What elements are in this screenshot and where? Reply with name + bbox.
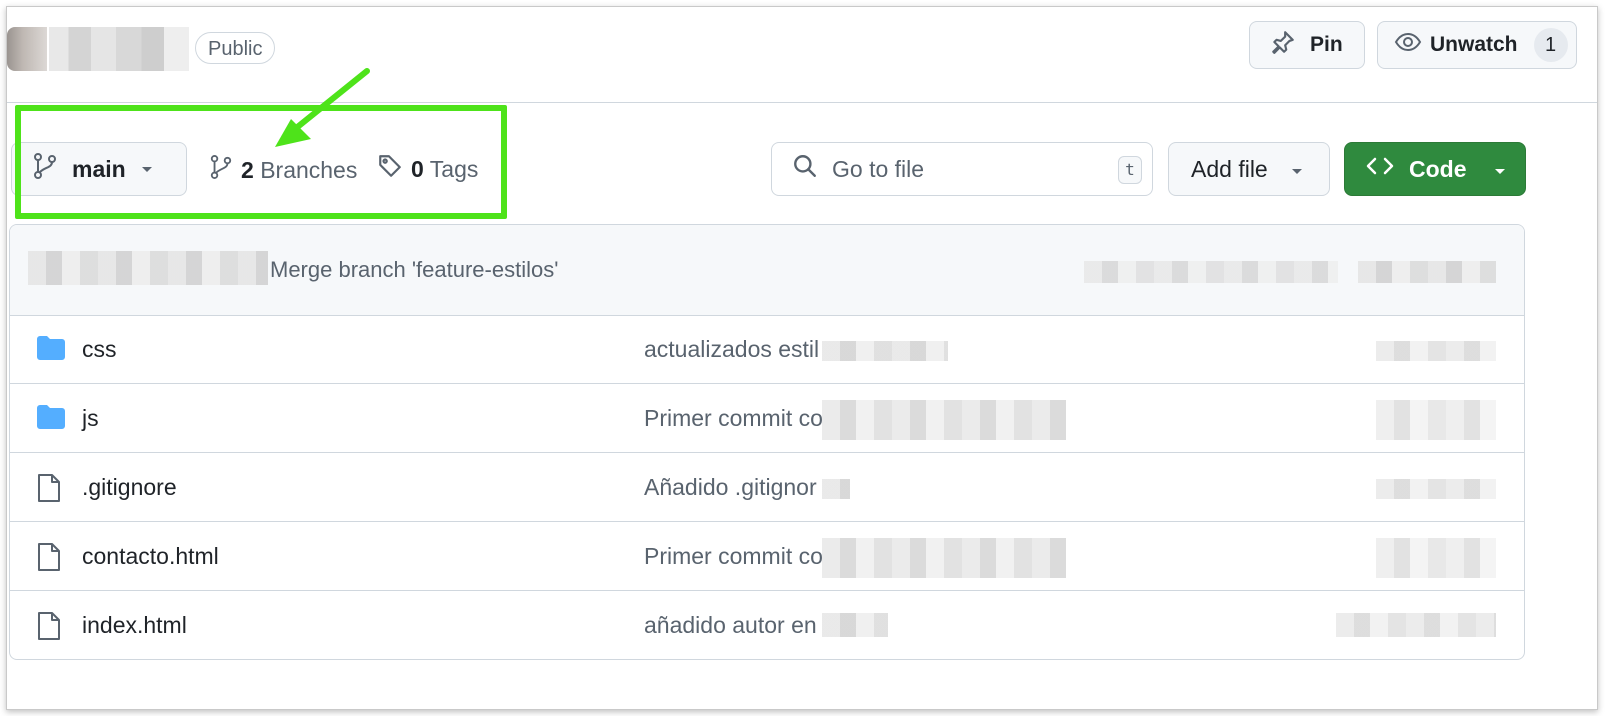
code-button[interactable]: Code bbox=[1344, 142, 1526, 196]
file-row[interactable]: js Primer commit co bbox=[10, 384, 1524, 453]
add-file-button[interactable]: Add file bbox=[1168, 142, 1330, 196]
redacted-date bbox=[1376, 341, 1496, 361]
redacted-text bbox=[822, 341, 948, 361]
latest-commit-message[interactable]: Merge branch 'feature-estilos' bbox=[270, 257, 558, 283]
annotation-arrow-icon bbox=[275, 68, 370, 147]
folder-icon bbox=[36, 335, 66, 366]
file-commit-message[interactable]: actualizados estil bbox=[644, 336, 819, 363]
repo-name-redacted[interactable] bbox=[49, 27, 189, 71]
pin-label: Pin bbox=[1310, 33, 1343, 56]
annotation-highlight-box bbox=[15, 105, 507, 219]
file-name[interactable]: .gitignore bbox=[82, 474, 177, 501]
file-commit-message[interactable]: Añadido .gitignor bbox=[644, 474, 817, 501]
go-to-file-input[interactable]: Go to file t bbox=[771, 142, 1153, 196]
commit-count-redacted[interactable] bbox=[1358, 261, 1496, 283]
file-row[interactable]: contacto.html Primer commit co bbox=[10, 522, 1524, 591]
commit-hash-redacted[interactable] bbox=[1084, 261, 1338, 283]
file-name[interactable]: js bbox=[82, 405, 99, 432]
repo-header: Public Pin Unwatch 1 bbox=[7, 7, 1597, 103]
file-row[interactable]: css actualizados estil bbox=[10, 315, 1524, 384]
redacted-date bbox=[1376, 538, 1496, 578]
file-icon bbox=[36, 473, 62, 508]
add-file-label: Add file bbox=[1191, 155, 1268, 182]
search-shortcut-hint: t bbox=[1118, 156, 1142, 184]
search-icon bbox=[792, 153, 818, 185]
file-name[interactable]: css bbox=[82, 336, 117, 363]
watch-count: 1 bbox=[1533, 28, 1568, 62]
file-table: Merge branch 'feature-estilos' css actua… bbox=[9, 224, 1525, 660]
file-commit-message[interactable]: añadido autor en bbox=[644, 612, 817, 639]
pin-button[interactable]: Pin bbox=[1249, 21, 1365, 69]
file-name[interactable]: index.html bbox=[82, 612, 187, 639]
file-commit-message[interactable]: Primer commit co bbox=[644, 405, 823, 432]
redacted-date bbox=[1376, 400, 1496, 440]
latest-commit-bar: Merge branch 'feature-estilos' bbox=[10, 225, 1524, 316]
commit-author-redacted[interactable] bbox=[28, 251, 268, 285]
file-icon bbox=[36, 611, 62, 646]
search-placeholder: Go to file bbox=[832, 155, 925, 182]
file-row[interactable]: .gitignore Añadido .gitignor bbox=[10, 453, 1524, 522]
redacted-text bbox=[822, 479, 850, 499]
owner-avatar[interactable] bbox=[7, 27, 47, 71]
redacted-text bbox=[822, 613, 888, 637]
file-icon bbox=[36, 542, 62, 577]
unwatch-label: Unwatch bbox=[1430, 33, 1518, 56]
eye-icon bbox=[1394, 30, 1422, 60]
unwatch-button[interactable]: Unwatch 1 bbox=[1377, 21, 1577, 69]
chevron-down-icon bbox=[1290, 156, 1304, 183]
redacted-date bbox=[1376, 479, 1496, 499]
redacted-date bbox=[1336, 613, 1496, 637]
folder-icon bbox=[36, 404, 66, 435]
visibility-badge: Public bbox=[195, 32, 276, 64]
pin-icon bbox=[1270, 29, 1296, 61]
code-icon bbox=[1365, 155, 1395, 183]
redacted-text bbox=[822, 538, 1066, 578]
file-commit-message[interactable]: Primer commit co bbox=[644, 543, 823, 570]
file-name[interactable]: contacto.html bbox=[82, 543, 219, 570]
file-row[interactable]: index.html añadido autor en bbox=[10, 591, 1524, 659]
browser-frame: Public Pin Unwatch 1 main 2 Branches 0 T… bbox=[6, 6, 1598, 710]
redacted-text bbox=[822, 400, 1066, 440]
chevron-down-icon bbox=[1493, 156, 1507, 183]
code-label: Code bbox=[1409, 155, 1467, 182]
